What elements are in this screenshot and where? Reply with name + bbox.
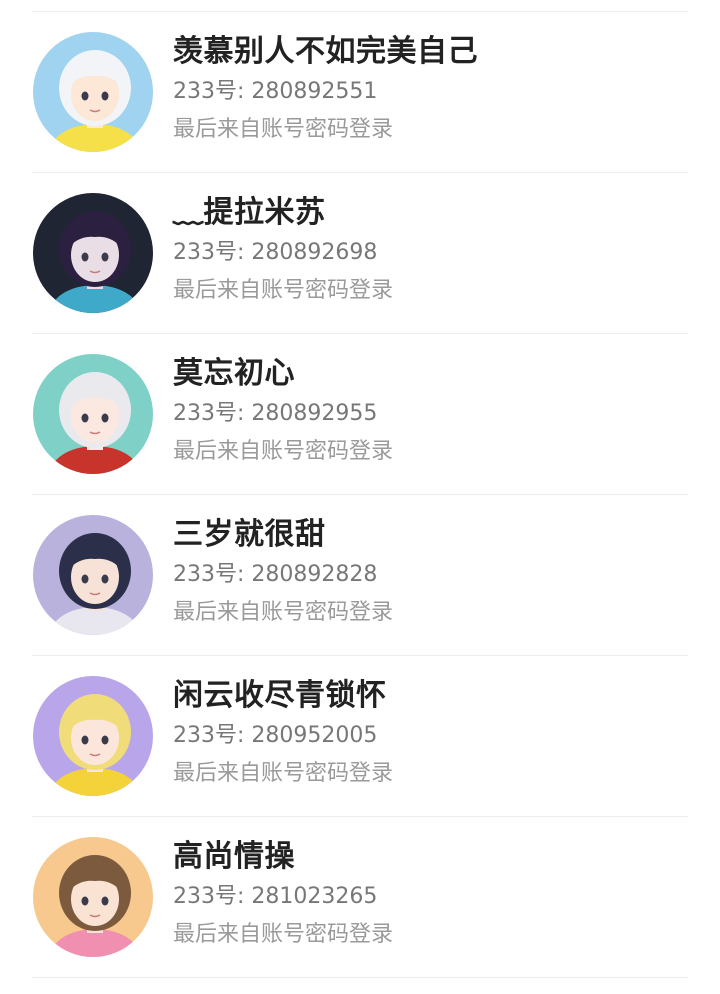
account-list: 羡慕别人不如完美自己 233号: 280892551 最后来自账号密码登录 ﹏提…: [0, 12, 720, 978]
account-info: 羡慕别人不如完美自己 233号: 280892551 最后来自账号密码登录: [173, 30, 688, 150]
account-nickname: 高尚情操: [173, 839, 295, 874]
avatar: [33, 354, 153, 474]
avatar: [33, 837, 153, 957]
account-info: 闲云收尽青锁怀 233号: 280952005 最后来自账号密码登录: [173, 674, 688, 794]
avatar-illustration: [33, 676, 153, 796]
account-list-item[interactable]: 莫忘初心 233号: 280892955 最后来自账号密码登录: [32, 334, 688, 495]
last-login-method: 最后来自账号密码登录: [173, 761, 394, 786]
account-info: ﹏提拉米苏 233号: 280892698 最后来自账号密码登录: [173, 191, 688, 311]
account-list-item[interactable]: 羡慕别人不如完美自己 233号: 280892551 最后来自账号密码登录: [32, 12, 688, 173]
last-login-method: 最后来自账号密码登录: [173, 278, 394, 303]
last-login-method: 最后来自账号密码登录: [173, 922, 394, 947]
account-nickname: 闲云收尽青锁怀: [173, 678, 387, 713]
avatar: [33, 676, 153, 796]
avatar-illustration: [33, 837, 153, 957]
account-list-item[interactable]: 高尚情操 233号: 281023265 最后来自账号密码登录: [32, 817, 688, 978]
account-nickname: 三岁就很甜: [173, 517, 326, 552]
avatar-illustration: [33, 32, 153, 152]
account-info: 莫忘初心 233号: 280892955 最后来自账号密码登录: [173, 352, 688, 472]
avatar: [33, 515, 153, 635]
last-login-method: 最后来自账号密码登录: [173, 117, 394, 142]
account-nickname: 莫忘初心: [173, 356, 295, 391]
account-id: 233号: 281023265: [173, 884, 378, 909]
avatar-illustration: [33, 193, 153, 313]
account-id: 233号: 280892698: [173, 240, 378, 265]
account-id: 233号: 280952005: [173, 723, 378, 748]
avatar: [33, 32, 153, 152]
account-info: 高尚情操 233号: 281023265 最后来自账号密码登录: [173, 835, 688, 955]
account-list-item[interactable]: 闲云收尽青锁怀 233号: 280952005 最后来自账号密码登录: [32, 656, 688, 817]
avatar: [33, 193, 153, 313]
account-nickname: 羡慕别人不如完美自己: [173, 34, 478, 69]
account-id: 233号: 280892551: [173, 79, 378, 104]
account-id: 233号: 280892955: [173, 401, 378, 426]
last-login-method: 最后来自账号密码登录: [173, 600, 394, 625]
account-list-item[interactable]: ﹏提拉米苏 233号: 280892698 最后来自账号密码登录: [32, 173, 688, 334]
avatar-illustration: [33, 354, 153, 474]
last-login-method: 最后来自账号密码登录: [173, 439, 394, 464]
avatar-illustration: [33, 515, 153, 635]
account-id: 233号: 280892828: [173, 562, 378, 587]
account-list-item[interactable]: 三岁就很甜 233号: 280892828 最后来自账号密码登录: [32, 495, 688, 656]
account-info: 三岁就很甜 233号: 280892828 最后来自账号密码登录: [173, 513, 688, 633]
account-nickname: ﹏提拉米苏: [173, 195, 326, 230]
